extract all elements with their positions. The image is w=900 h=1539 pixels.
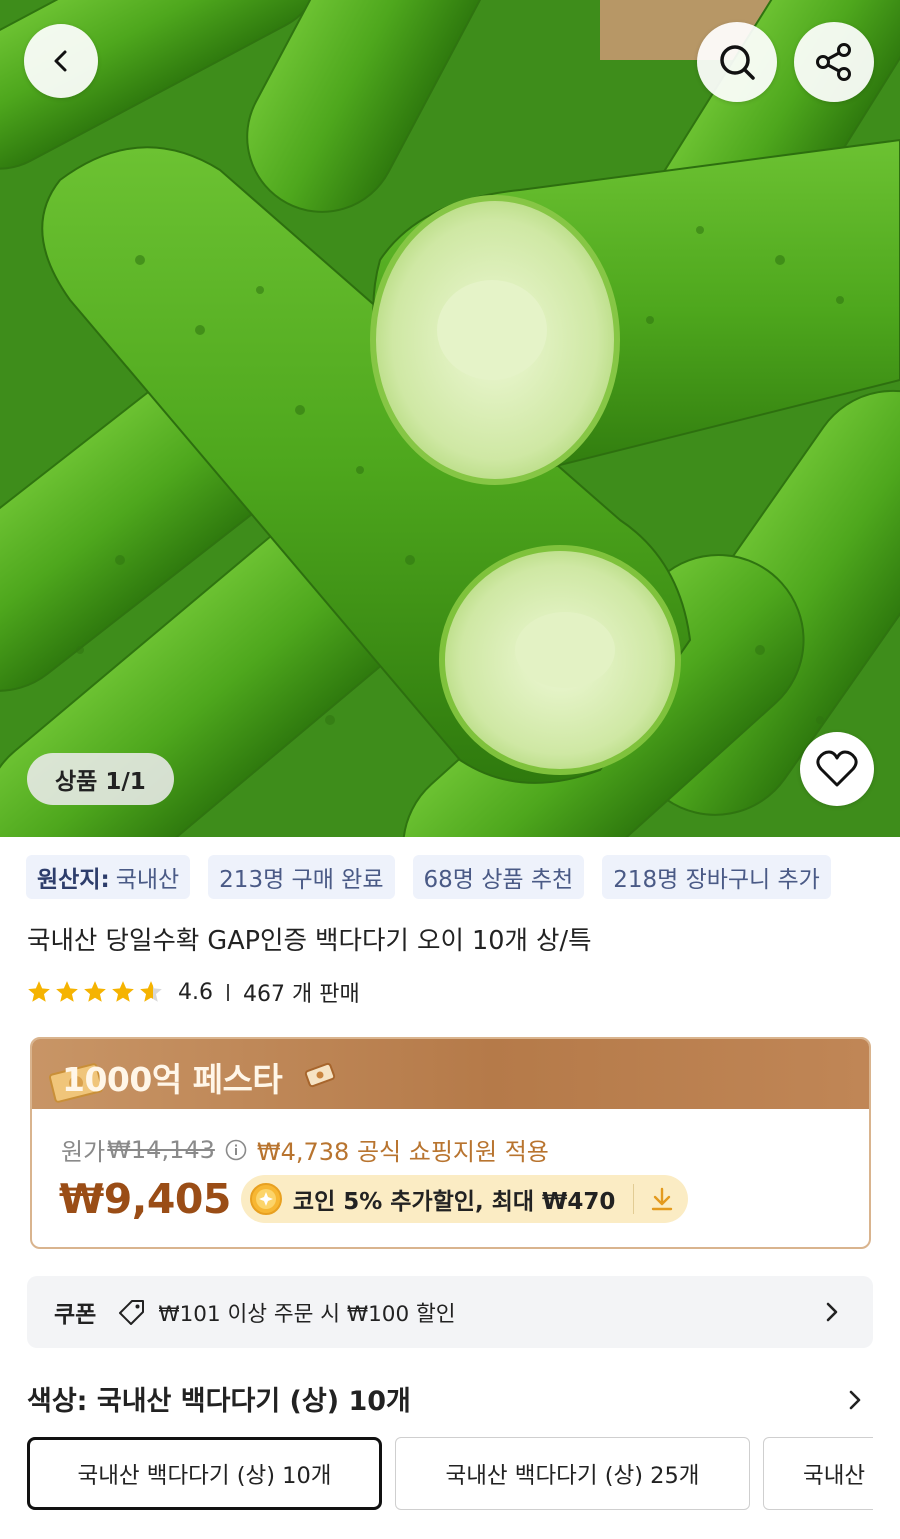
star-icon <box>112 981 134 1002</box>
shopping-support: ₩4,738 공식 쇼핑지원 적용 <box>256 1138 549 1166</box>
coupon-label: 쿠폰 <box>54 1302 97 1328</box>
star-icon <box>84 981 106 1002</box>
coin-discount-text: 코인 5% 추가할인, 최대 ₩470 <box>292 1189 616 1215</box>
sold-count: 467 개 판매 <box>243 982 360 1007</box>
option-list: 국내산 백다다기 (상) 10개 국내산 백다다기 (상) 25개 국내산 <box>27 1437 873 1512</box>
star-half-icon <box>140 981 162 1002</box>
share-button[interactable] <box>794 22 874 102</box>
star-icon <box>56 981 78 1002</box>
image-counter: 상품 1/1 <box>27 753 174 805</box>
pill-divider <box>633 1184 635 1214</box>
origin-label: 원산지: <box>37 867 110 893</box>
origin-chip: 원산지: 국내산 <box>26 855 191 899</box>
ticket-icon <box>304 1062 336 1088</box>
cart-chip: 218명 장바구니 추가 <box>602 855 831 899</box>
rating-score: 4.6 <box>178 979 213 1005</box>
coupon-row[interactable]: 쿠폰 ₩101 이상 주문 시 ₩100 할인 <box>27 1276 873 1348</box>
coupon-text: ₩101 이상 주문 시 ₩100 할인 <box>158 1301 456 1327</box>
coin-icon <box>249 1183 282 1215</box>
search-icon <box>720 45 755 80</box>
sale-price-row: ₩9,405 코인 5% 추가할인, 최대 ₩470 <box>59 1175 689 1223</box>
option-item[interactable]: 국내산 백다다기 (상) 10개 <box>27 1437 382 1510</box>
cucumber-photo <box>0 0 900 837</box>
tag-icon <box>119 1300 145 1325</box>
recommended-chip: 68명 상품 추천 <box>412 855 585 899</box>
festa-title: 1000억 페스타 <box>62 1060 283 1099</box>
festa-price-box: 1000억 페스타 원가 ₩14,143 ₩4,738 공식 쇼핑지원 적용 ₩… <box>30 1037 871 1249</box>
festa-banner: 1000억 페스타 <box>32 1039 869 1109</box>
heart-icon <box>816 750 858 787</box>
info-icon[interactable] <box>225 1139 247 1161</box>
search-button[interactable] <box>697 22 777 102</box>
original-price-label: 원가 <box>61 1138 106 1166</box>
star-icon <box>28 981 50 1002</box>
product-title: 국내산 당일수확 GAP인증 백다다기 오이 10개 상/특 <box>27 926 592 956</box>
origin-value: 국내산 <box>115 867 180 893</box>
option-item[interactable]: 국내산 백다다기 (상) 25개 <box>395 1437 750 1510</box>
rating-row[interactable]: 4.6 467 개 판매 <box>26 977 360 1007</box>
purchased-chip: 213명 구매 완료 <box>208 855 395 899</box>
share-icon <box>816 43 851 81</box>
coin-discount-pill[interactable]: 코인 5% 추가할인, 최대 ₩470 <box>240 1175 689 1223</box>
sale-price: ₩9,405 <box>59 1175 231 1223</box>
original-price-row: 원가 ₩14,143 ₩4,738 공식 쇼핑지원 적용 <box>61 1132 549 1167</box>
chevron-left-icon <box>54 50 67 72</box>
rating-stars <box>26 979 164 1005</box>
chevron-right-icon[interactable] <box>848 1389 862 1411</box>
back-button[interactable] <box>24 24 98 98</box>
original-price: ₩14,143 <box>107 1135 215 1164</box>
wishlist-button[interactable] <box>800 732 874 806</box>
stats-chips: 원산지: 국내산 213명 구매 완료 68명 상품 추천 218명 장바구니 … <box>26 855 831 899</box>
rating-divider <box>227 983 229 1001</box>
product-image[interactable]: 상품 1/1 <box>0 0 900 837</box>
option-title[interactable]: 색상: 국내산 백다다기 (상) 10개 <box>27 1379 411 1418</box>
download-icon[interactable] <box>650 1186 674 1212</box>
chevron-right-icon <box>826 1302 838 1322</box>
option-item[interactable]: 국내산 <box>763 1437 873 1510</box>
